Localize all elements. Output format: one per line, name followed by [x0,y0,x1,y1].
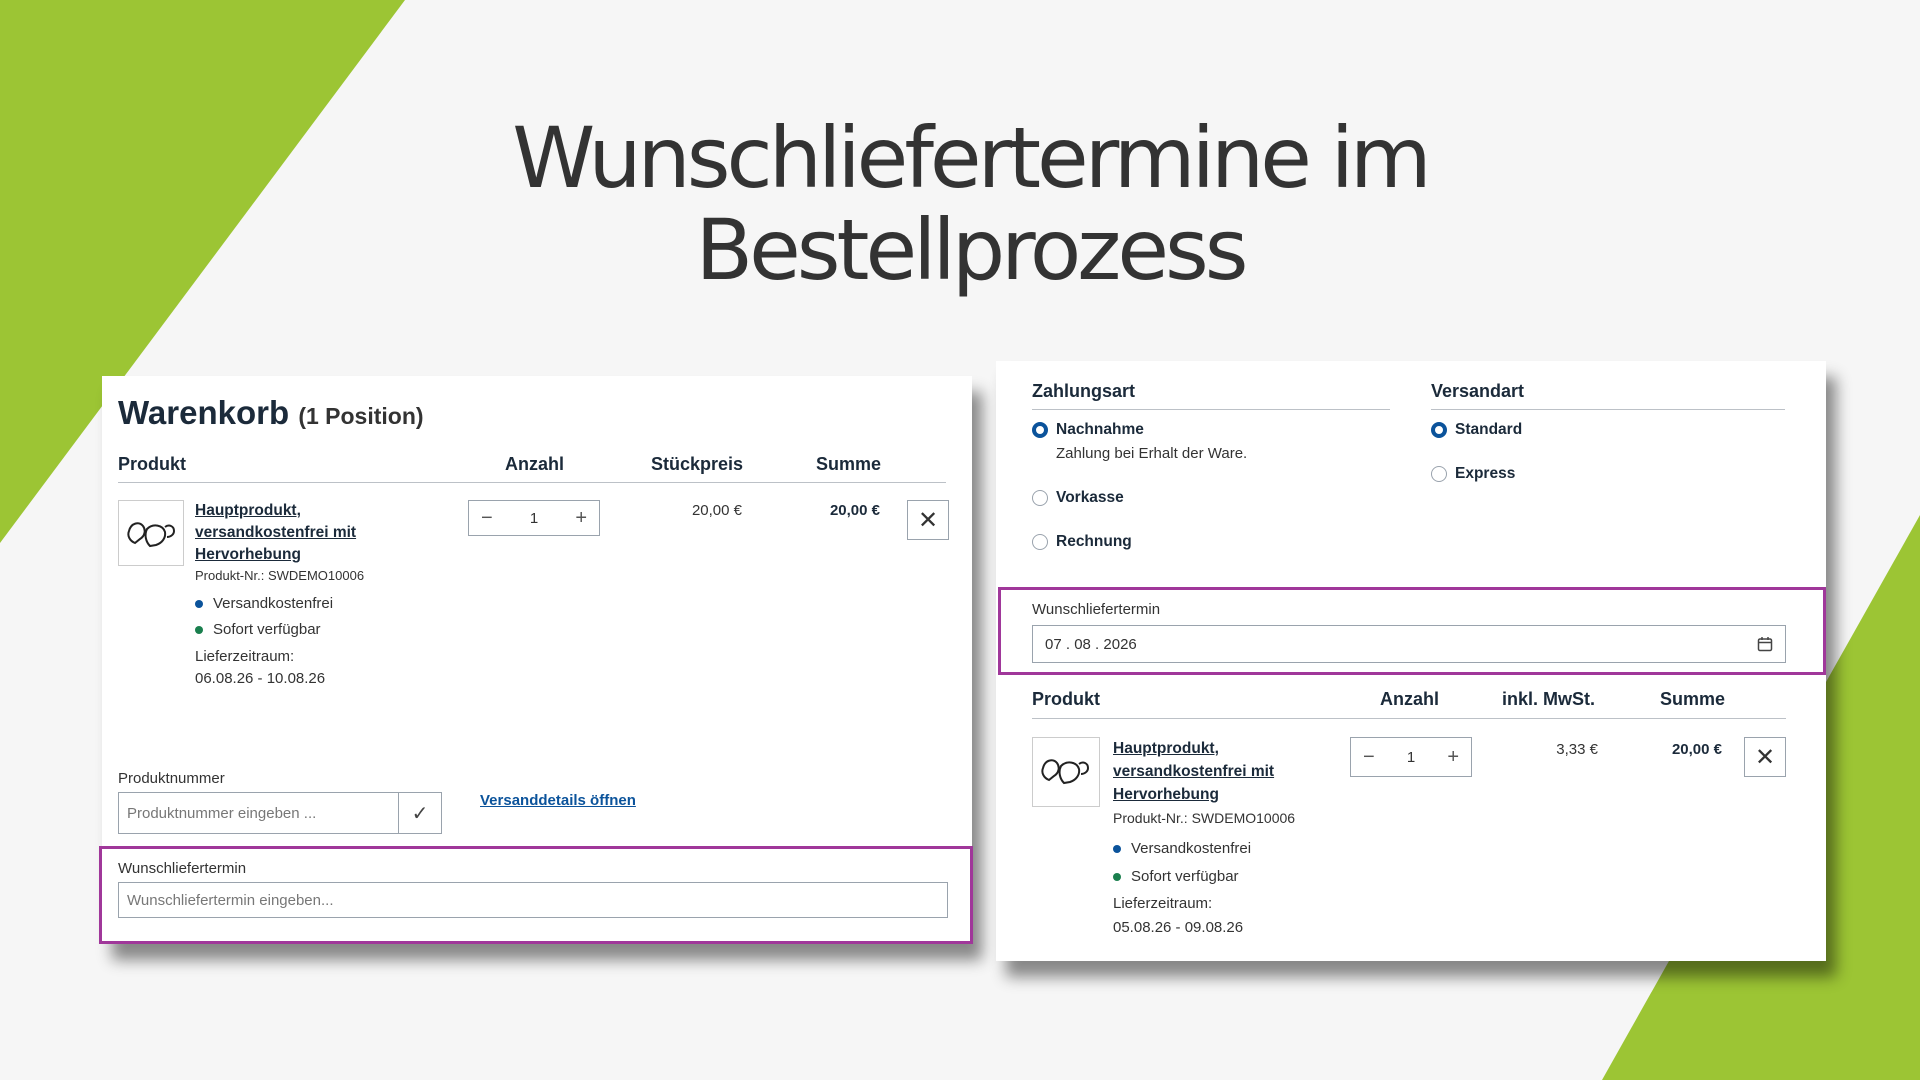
remove-item-button[interactable]: ✕ [907,500,949,540]
divider [1431,409,1785,410]
radio-icon [1431,466,1447,482]
wish-date-value: 07 . 08 . 2026 [1045,635,1137,653]
gloves-icon [1041,759,1090,785]
qty-plus-button[interactable]: + [575,507,587,530]
cart-count: (1 Position) [298,403,424,429]
payment-note: Zahlung bei Erhalt der Ware. [1056,445,1248,462]
unit-price: 20,00 € [691,502,742,519]
delivery-range: 06.08.26 - 10.08.26 [195,670,326,687]
column-unit-price: Stückpreis [651,454,744,474]
column-tax: inkl. MwSt. [1502,689,1596,709]
close-icon: ✕ [917,506,939,534]
checkout-panel: Zahlungsart Versandart Nachnahme Zahlung… [996,361,1826,961]
product-number-input[interactable]: Produktnummer eingeben ... [118,792,399,834]
shipping-option-standard[interactable]: Standard [1431,421,1522,439]
column-product: Produkt [1032,689,1101,709]
qty-minus-button[interactable]: − [481,507,493,530]
page-title: Wunschliefertermine im Bestellprozess [0,112,1920,296]
cart-panel: Warenkorb (1 Position) Produkt Anzahl St… [99,376,973,944]
divider [1032,718,1786,719]
product-name-link[interactable]: Hauptprodukt, versandkostenfrei mit Hervor… [195,500,395,566]
gloves-icon [127,522,176,548]
tax-amount: 3,33 € [1556,741,1598,758]
line-total: 20,00 € [829,502,880,519]
close-icon: ✕ [1754,743,1776,771]
badge-available: Sofort verfügbar [195,621,321,638]
title-line-1: Wunschliefertermine im [512,109,1432,207]
calendar-icon[interactable] [1757,636,1773,652]
cart-heading: Warenkorb (1 Position) [118,394,424,431]
shipping-heading: Versandart [1431,381,1525,401]
payment-option-rechnung[interactable]: Rechnung [1032,533,1132,551]
column-qty: Anzahl [1380,689,1440,709]
product-number-submit-button[interactable]: ✓ [398,792,442,834]
radio-selected-icon [1032,422,1048,438]
column-total: Summe [1660,689,1726,709]
title-line-2: Bestellprozess [695,201,1248,299]
delivery-range: 05.08.26 - 09.08.26 [1113,919,1244,936]
badge-shipping-free: Versandkostenfrei [195,595,333,612]
wish-date-picker[interactable]: 07 . 08 . 2026 [1032,625,1786,663]
checkmark-icon: ✓ [411,802,429,825]
product-number: Produkt-Nr.: SWDEMO10006 [195,568,365,583]
column-product: Produkt [118,454,187,474]
product-number-label: Produktnummer [118,770,225,787]
qty-minus-button[interactable]: − [1363,746,1375,769]
qty-value[interactable]: 1 [1407,749,1415,766]
qty-plus-button[interactable]: + [1447,746,1459,769]
radio-icon [1032,534,1048,550]
remove-item-button[interactable]: ✕ [1744,737,1786,777]
divider [118,482,946,483]
wish-date-input[interactable]: Wunschliefertermin eingeben... [118,882,948,918]
column-total: Summe [816,454,882,474]
product-image[interactable] [1032,737,1100,807]
divider [1032,409,1390,410]
shipping-details-link[interactable]: Versanddetails öffnen [480,792,636,809]
radio-icon [1032,490,1048,506]
quantity-stepper[interactable]: − 1 + [1350,737,1472,777]
payment-option-nachnahme[interactable]: Nachnahme [1032,421,1144,439]
qty-value[interactable]: 1 [530,510,538,527]
payment-option-vorkasse[interactable]: Vorkasse [1032,489,1124,507]
badge-available: Sofort verfügbar [1113,868,1239,885]
product-number: Produkt-Nr.: SWDEMO10006 [1113,810,1296,826]
wish-date-label: Wunschliefertermin [1032,601,1161,618]
column-qty: Anzahl [505,454,565,474]
delivery-label: Lieferzeitraum: [195,648,295,665]
radio-selected-icon [1431,422,1447,438]
wish-date-label: Wunschliefertermin [118,860,247,877]
payment-heading: Zahlungsart [1032,381,1136,401]
shipping-option-express[interactable]: Express [1431,465,1515,483]
badge-shipping-free: Versandkostenfrei [1113,840,1251,857]
quantity-stepper[interactable]: − 1 + [468,500,600,536]
product-image[interactable] [118,500,184,566]
delivery-label: Lieferzeitraum: [1113,895,1213,912]
line-total: 20,00 € [1671,741,1722,758]
product-name-link[interactable]: Hauptprodukt, versandkostenfrei mit Hervor… [1113,737,1323,806]
